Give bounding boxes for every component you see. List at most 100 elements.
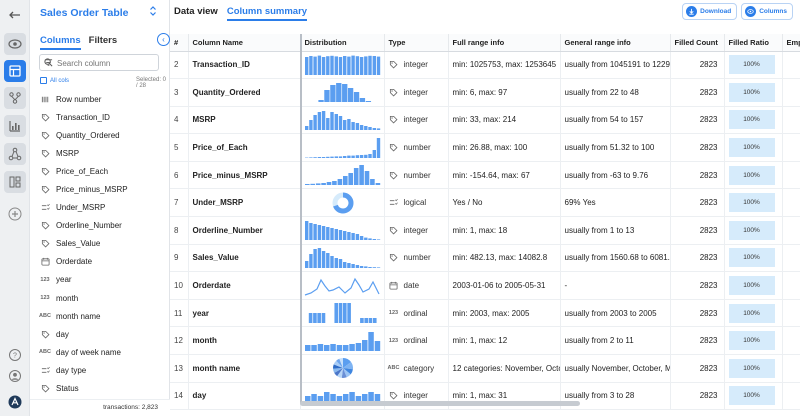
collapse-sidebar-button[interactable]: ‹ — [157, 33, 170, 46]
graph-icon[interactable] — [4, 143, 26, 165]
sidebar-column-item[interactable]: Status — [40, 380, 165, 398]
filled-ratio-value: 100% — [728, 276, 775, 296]
filled-ratio-cell: 100% — [724, 188, 783, 218]
sidebar-column-item[interactable]: Price_of_Each — [40, 162, 165, 180]
table-row[interactable]: 9 Sales_Value number min: 482.13, max: 1408… — [170, 244, 800, 273]
table-row[interactable]: 6 Price_minus_MSRP number min: -154.64, max… — [170, 161, 800, 190]
distribution-cell — [300, 354, 385, 383]
filled-ratio-value: 100% — [728, 165, 775, 185]
filled-ratio-cell: 100% — [724, 382, 783, 411]
column-name-cell[interactable]: year — [188, 299, 301, 328]
columns-button[interactable]: Columns — [741, 3, 793, 20]
back-arrow-icon[interactable] — [4, 4, 26, 26]
frozen-column-divider[interactable] — [300, 34, 302, 404]
table-icon[interactable] — [4, 60, 26, 82]
sidebar-column-label: Status — [56, 384, 79, 394]
distribution-chart — [332, 358, 353, 379]
row-index: 11 — [170, 299, 189, 328]
eye-icon[interactable] — [4, 33, 26, 55]
sidebar-column-item[interactable]: Orderline_Number — [40, 217, 165, 235]
filled-ratio-cell: 100% — [724, 78, 783, 107]
table-row[interactable]: 3 Quantity_Ordered integer min: 6, max: 97 u… — [170, 78, 800, 107]
sidebar-column-item[interactable]: day type — [40, 361, 165, 379]
table-row[interactable]: 7 Under_MSRP logical Yes / No 69% Yes 2823 100… — [170, 188, 800, 218]
tab-data-view[interactable]: Data view — [174, 6, 218, 21]
column-name-cell[interactable]: Orderdate — [188, 271, 301, 300]
table-row[interactable]: 5 Price_of_Each number min: 26.88, max: 100… — [170, 133, 800, 162]
column-name-cell[interactable]: day — [188, 382, 301, 411]
table-row[interactable]: 12 month 123 ordinal min: 1, max: 12 usually … — [170, 326, 800, 356]
user-icon[interactable] — [4, 365, 26, 387]
distribution-cell — [300, 51, 385, 80]
tag-icon — [389, 60, 399, 70]
flow-icon[interactable] — [4, 87, 26, 109]
column-header[interactable]: Column Name — [188, 34, 301, 52]
filled-ratio-value: 100% — [728, 358, 775, 378]
row-index: 8 — [170, 216, 189, 245]
sidebar-column-item[interactable]: Orderdate — [40, 253, 165, 271]
column-name-cell[interactable]: month name — [188, 354, 301, 383]
tab-columns[interactable]: Columns — [40, 35, 81, 50]
tab-filters[interactable]: Filters — [89, 35, 118, 50]
sidebar-column-item[interactable]: Sales_Value — [40, 235, 165, 253]
column-name-cell[interactable]: Price_minus_MSRP — [188, 161, 301, 190]
sidebar-column-item[interactable]: 123 year — [40, 271, 165, 289]
column-header[interactable]: General range info — [560, 34, 671, 52]
distribution-chart — [308, 303, 377, 324]
column-header[interactable]: Filled Count — [670, 34, 725, 52]
column-name-cell[interactable]: month — [188, 326, 301, 356]
search-input[interactable] — [57, 57, 137, 69]
help-icon[interactable]: ? — [4, 344, 26, 366]
table-row[interactable]: 13 month name ABC category 12 categories: No… — [170, 354, 800, 383]
distribution-chart — [304, 331, 380, 351]
column-name-cell[interactable]: Orderline_Number — [188, 216, 301, 245]
column-header[interactable]: Filled Ratio — [724, 34, 783, 52]
download-button[interactable]: Download — [682, 3, 738, 20]
sidebar-column-item[interactable]: Transaction_ID — [40, 108, 165, 126]
sidebar-column-label: MSRP — [56, 148, 80, 158]
column-header[interactable]: Empt — [782, 34, 800, 52]
filled-ratio-value: 100% — [728, 248, 775, 268]
sidebar-column-item[interactable]: Row number — [40, 90, 165, 108]
all-cols-toggle[interactable]: All cols — [40, 77, 69, 84]
chevron-updown-icon[interactable] — [148, 5, 158, 17]
column-name-cell[interactable]: Sales_Value — [188, 244, 301, 273]
column-name-cell[interactable]: Price_of_Each — [188, 133, 301, 162]
dashboard-icon[interactable] — [4, 171, 26, 193]
summary-table: # Column Name Distribution Type Full range i… — [170, 34, 800, 411]
checkbox-icon[interactable] — [40, 77, 47, 84]
column-header[interactable]: Distribution — [300, 34, 385, 52]
column-header[interactable]: Full range info — [448, 34, 561, 52]
plus-icon[interactable] — [4, 203, 26, 225]
filter-icon[interactable] — [44, 58, 53, 67]
chart-icon[interactable] — [4, 115, 26, 137]
horizontal-scrollbar[interactable] — [300, 401, 580, 406]
sidebar-column-item[interactable]: Quantity_Ordered — [40, 126, 165, 144]
table-row[interactable]: 11 year 123 ordinal min: 2003, max: 2005 usua… — [170, 299, 800, 328]
table-row[interactable]: 8 Orderline_Number integer min: 1, max: 18 u… — [170, 216, 800, 245]
column-header[interactable]: # — [170, 34, 189, 52]
table-row[interactable]: 4 MSRP integer min: 33, max: 214 usually fro… — [170, 106, 800, 135]
column-name-cell[interactable]: Quantity_Ordered — [188, 78, 301, 107]
sidebar-column-item[interactable]: ABC month name — [39, 307, 165, 325]
table-row[interactable]: 2 Transaction_ID integer min: 1025753, max:… — [170, 51, 800, 80]
column-name-cell[interactable]: MSRP — [188, 106, 301, 135]
row-index: 2 — [170, 51, 189, 80]
filled-ratio-cell: 100% — [724, 161, 783, 190]
column-name-cell[interactable]: Under_MSRP — [188, 188, 301, 218]
tab-column-summary[interactable]: Column summary — [226, 6, 308, 21]
column-name-cell[interactable]: Transaction_ID — [188, 51, 301, 80]
sidebar-column-item[interactable]: ABC day of week name — [39, 343, 165, 361]
sidebar-column-item[interactable]: MSRP — [40, 144, 165, 162]
distribution-cell — [300, 78, 385, 107]
sidebar-column-item[interactable]: 123 month — [40, 289, 165, 307]
sidebar-column-item[interactable]: Price_minus_MSRP — [40, 180, 165, 198]
distribution-chart — [304, 247, 380, 268]
app-title[interactable]: Sales Order Table — [40, 7, 129, 19]
type-cell: date — [384, 271, 449, 300]
sidebar-column-item[interactable]: day — [40, 325, 165, 343]
column-header[interactable]: Type — [384, 34, 449, 52]
sidebar-column-label: Sales_Value — [56, 239, 101, 249]
sidebar-column-item[interactable]: Under_MSRP — [40, 199, 165, 217]
table-row[interactable]: 10 Orderdate date 2003-01-06 to 2005-05-31-… — [170, 271, 800, 300]
